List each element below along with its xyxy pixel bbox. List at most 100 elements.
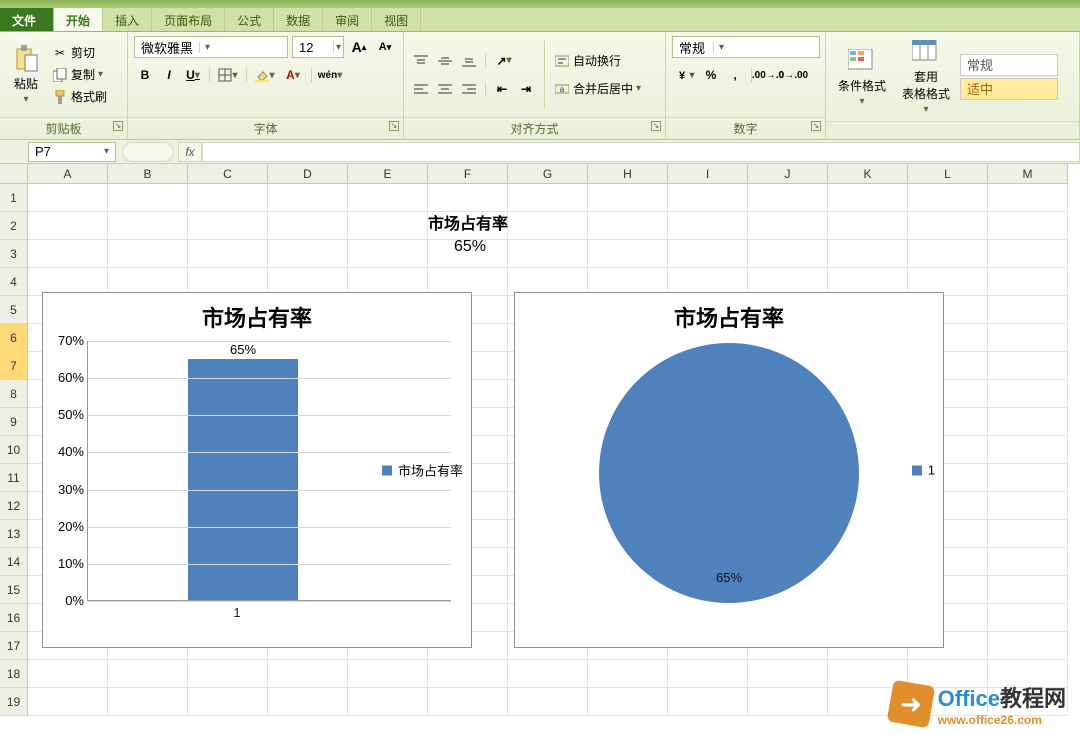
cell[interactable] [748, 240, 828, 268]
row-header[interactable]: 19 [0, 688, 28, 716]
fx-icon[interactable]: fx [178, 142, 202, 162]
cell[interactable] [588, 660, 668, 688]
cell[interactable] [988, 408, 1068, 436]
row-header[interactable]: 8 [0, 380, 28, 408]
cell[interactable] [28, 212, 108, 240]
cell[interactable] [508, 184, 588, 212]
cell[interactable] [988, 492, 1068, 520]
row-header[interactable]: 18 [0, 660, 28, 688]
decrease-decimal-button[interactable]: .0→.00 [781, 64, 803, 86]
dialog-launcher-icon[interactable]: ↘ [651, 121, 661, 131]
column-header[interactable]: A [28, 164, 108, 184]
align-left-button[interactable] [410, 78, 432, 100]
format-painter-button[interactable]: 格式刷 [50, 86, 109, 108]
cell[interactable] [988, 296, 1068, 324]
cell[interactable] [668, 184, 748, 212]
cell[interactable] [108, 688, 188, 716]
phonetic-button[interactable]: wén [317, 64, 343, 86]
cell[interactable] [348, 184, 428, 212]
cell[interactable] [748, 660, 828, 688]
conditional-format-button[interactable]: 条件格式 [832, 45, 892, 109]
column-header[interactable]: F [428, 164, 508, 184]
dialog-launcher-icon[interactable]: ↘ [113, 121, 123, 131]
cell[interactable] [988, 352, 1068, 380]
align-bottom-button[interactable] [458, 50, 480, 72]
chart-pie[interactable]: 市场占有率 65% 1 [514, 292, 944, 648]
cell[interactable] [668, 212, 748, 240]
chart-bar[interactable]: 市场占有率 65% 0%10%20%30%40%50%60%70% 1 市场占有… [42, 292, 472, 648]
row-header[interactable]: 6 [0, 324, 28, 352]
tab-layout[interactable]: 页面布局 [152, 8, 225, 31]
cell[interactable] [508, 240, 588, 268]
cell[interactable] [668, 240, 748, 268]
cell[interactable] [988, 268, 1068, 296]
cell[interactable] [268, 212, 348, 240]
select-all-corner[interactable] [0, 164, 28, 184]
align-middle-button[interactable] [434, 50, 456, 72]
cell[interactable] [188, 688, 268, 716]
column-header[interactable]: L [908, 164, 988, 184]
align-center-button[interactable] [434, 78, 456, 100]
cell[interactable] [188, 240, 268, 268]
table-format-button[interactable]: 套用 表格格式 [896, 36, 956, 117]
font-name-combo[interactable]: 微软雅黑▾ [134, 36, 288, 58]
row-header[interactable]: 2 [0, 212, 28, 240]
dialog-launcher-icon[interactable]: ↘ [811, 121, 821, 131]
style-normal[interactable]: 常规 [960, 54, 1058, 76]
cell[interactable] [828, 212, 908, 240]
row-header[interactable]: 10 [0, 436, 28, 464]
increase-font-button[interactable]: A▴ [348, 36, 370, 58]
cell[interactable] [908, 184, 988, 212]
fill-color-button[interactable] [252, 64, 278, 86]
cell[interactable] [988, 576, 1068, 604]
cell[interactable] [508, 212, 588, 240]
cell[interactable] [28, 240, 108, 268]
wrap-text-button[interactable]: 自动换行 [552, 50, 643, 72]
tab-data[interactable]: 数据 [274, 8, 323, 31]
column-header[interactable]: B [108, 164, 188, 184]
font-color-button[interactable]: A [280, 64, 306, 86]
column-header[interactable]: H [588, 164, 668, 184]
row-header[interactable]: 5 [0, 296, 28, 324]
dialog-launcher-icon[interactable]: ↘ [389, 121, 399, 131]
row-header[interactable]: 15 [0, 576, 28, 604]
column-header[interactable]: D [268, 164, 348, 184]
currency-button[interactable]: ¥ [672, 64, 698, 86]
tab-home[interactable]: 开始 [54, 8, 103, 31]
style-yellow[interactable]: 适中 [960, 78, 1058, 100]
cell[interactable] [428, 688, 508, 716]
cell[interactable] [348, 240, 428, 268]
align-top-button[interactable] [410, 50, 432, 72]
italic-button[interactable]: I [158, 64, 180, 86]
cell[interactable] [988, 184, 1068, 212]
cell[interactable] [28, 688, 108, 716]
cell[interactable] [588, 184, 668, 212]
underline-button[interactable]: U [182, 64, 204, 86]
row-header[interactable]: 3 [0, 240, 28, 268]
cell[interactable] [28, 184, 108, 212]
tab-view[interactable]: 视图 [372, 8, 421, 31]
cell[interactable] [988, 212, 1068, 240]
cell[interactable] [588, 212, 668, 240]
cell[interactable] [668, 660, 748, 688]
column-header[interactable]: M [988, 164, 1068, 184]
tab-review[interactable]: 审阅 [323, 8, 372, 31]
row-header[interactable]: 11 [0, 464, 28, 492]
cell[interactable] [28, 660, 108, 688]
cell[interactable] [108, 240, 188, 268]
row-header[interactable]: 16 [0, 604, 28, 632]
cell[interactable] [988, 520, 1068, 548]
comma-button[interactable]: , [724, 64, 746, 86]
row-header[interactable]: 14 [0, 548, 28, 576]
formula-input[interactable] [202, 142, 1080, 162]
cell[interactable] [268, 240, 348, 268]
cell[interactable] [908, 240, 988, 268]
cell[interactable] [748, 212, 828, 240]
cell[interactable] [828, 184, 908, 212]
cell[interactable] [268, 660, 348, 688]
column-header[interactable]: G [508, 164, 588, 184]
cell[interactable] [988, 464, 1068, 492]
cell[interactable] [428, 660, 508, 688]
cell[interactable] [508, 688, 588, 716]
cell[interactable] [268, 184, 348, 212]
